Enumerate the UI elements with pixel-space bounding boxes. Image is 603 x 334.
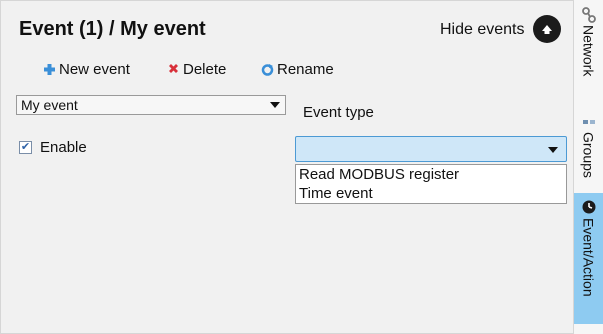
- event-select-value: My event: [21, 97, 78, 113]
- event-select[interactable]: My event: [16, 95, 286, 115]
- event-panel: Event (1) / My event Hide events New eve…: [0, 0, 574, 334]
- option-read-modbus-register[interactable]: Read MODBUS register: [296, 165, 566, 184]
- dropdown-arrow-icon: [548, 147, 558, 153]
- tab-event-action[interactable]: Event/Action: [574, 193, 603, 324]
- delete-button[interactable]: Delete: [167, 61, 226, 78]
- chevron-up-icon: [542, 25, 552, 34]
- rename-icon: [261, 64, 274, 76]
- clock-icon: [582, 200, 595, 214]
- new-event-button[interactable]: New event: [43, 61, 130, 78]
- plus-icon: [44, 64, 55, 75]
- enable-label: Enable: [40, 139, 87, 156]
- tab-network[interactable]: Network: [574, 4, 603, 100]
- event-type-label: Event type: [303, 104, 374, 121]
- tab-network-label: Network: [580, 25, 597, 77]
- tab-groups[interactable]: Groups: [574, 112, 603, 184]
- enable-checkbox-row[interactable]: ✔ Enable: [19, 139, 87, 156]
- groups-icon: [582, 120, 595, 124]
- event-type-dropdown[interactable]: [295, 136, 567, 162]
- tab-event-action-label: Event/Action: [580, 218, 597, 297]
- tab-groups-label: Groups: [580, 132, 597, 178]
- enable-checkbox[interactable]: ✔: [19, 141, 32, 154]
- new-event-label: New event: [59, 61, 130, 78]
- page-title: Event (1) / My event: [19, 18, 206, 40]
- event-type-options: Read MODBUS register Time event: [295, 164, 567, 204]
- option-time-event[interactable]: Time event: [296, 184, 566, 203]
- hide-events-label[interactable]: Hide events: [440, 21, 525, 39]
- delete-icon: [169, 64, 178, 73]
- side-tab-bar: Network Groups Event/Action: [574, 0, 603, 334]
- network-icon: [581, 7, 596, 23]
- rename-button[interactable]: Rename: [261, 61, 334, 78]
- rename-label: Rename: [277, 61, 334, 78]
- delete-label: Delete: [183, 61, 227, 78]
- dropdown-arrow-icon: [270, 102, 280, 108]
- hide-events-button[interactable]: [533, 15, 561, 43]
